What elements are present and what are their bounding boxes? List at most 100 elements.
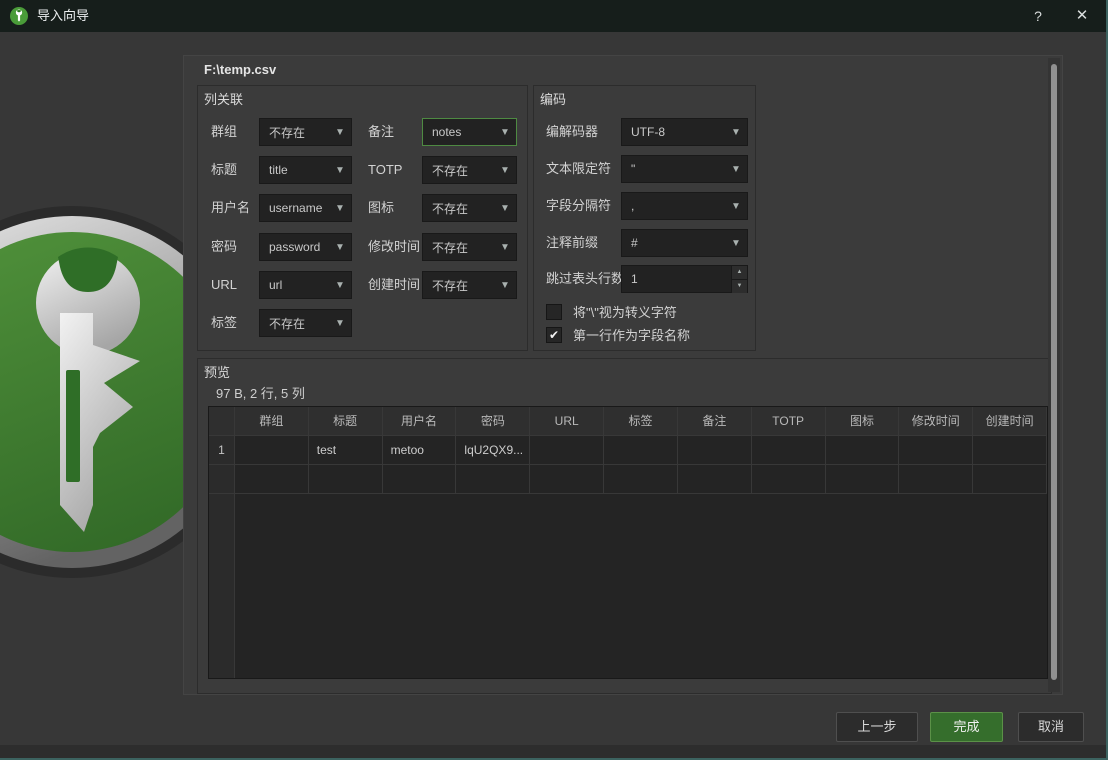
table-empty-area [209, 494, 1047, 678]
column-header[interactable]: 修改时间 [899, 407, 973, 436]
column-header[interactable]: 备注 [678, 407, 752, 436]
chevron-down-icon: ▼ [329, 280, 351, 291]
table-cell[interactable] [752, 436, 826, 465]
chevron-down-icon: ▼ [494, 203, 516, 214]
username-label: 用户名 [211, 194, 250, 222]
table-cell[interactable] [973, 436, 1047, 465]
table-cell[interactable]: metoo [383, 436, 457, 465]
column-header[interactable]: TOTP [752, 407, 826, 436]
column-header[interactable]: URL [530, 407, 604, 436]
finish-button[interactable]: 完成 [930, 712, 1003, 742]
chevron-down-icon: ▼ [725, 127, 747, 138]
preview-title: 预览 [204, 362, 230, 381]
chevron-down-icon: ▼ [329, 127, 351, 138]
column-header[interactable]: 创建时间 [973, 407, 1047, 436]
table-cell[interactable] [530, 465, 604, 494]
spin-down-icon[interactable]: ▼ [732, 280, 747, 293]
column-association-group: 列关联 群组 不存在 ▼ 标题 title ▼ 用户名 username ▼ 密… [197, 85, 528, 351]
table-cell[interactable]: test [309, 436, 383, 465]
tags-label: 标签 [211, 309, 237, 337]
escape-char-checkbox-row[interactable]: ✔ 将"\"视为转义字符 [546, 303, 677, 320]
group-combobox[interactable]: 不存在 ▼ [259, 118, 352, 146]
first-row-names-checkbox-row[interactable]: ✔ 第一行作为字段名称 [546, 326, 690, 343]
password-label: 密码 [211, 233, 237, 261]
icon-label: 图标 [368, 194, 394, 222]
notes-combobox[interactable]: notes ▼ [422, 118, 517, 146]
checkbox-checked[interactable]: ✔ [546, 327, 562, 343]
username-combobox[interactable]: username ▼ [259, 194, 352, 222]
spin-up-icon[interactable]: ▲ [732, 266, 747, 280]
table-cell[interactable] [973, 465, 1047, 494]
column-header[interactable]: 用户名 [383, 407, 457, 436]
column-header[interactable]: 群组 [235, 407, 309, 436]
field-separator-label: 字段分隔符 [546, 192, 611, 220]
checkbox-unchecked[interactable]: ✔ [546, 304, 562, 320]
table-cell[interactable] [826, 465, 900, 494]
notes-label: 备注 [368, 118, 394, 146]
row-number [209, 465, 235, 494]
column-header[interactable]: 标签 [604, 407, 678, 436]
tags-combobox[interactable]: 不存在 ▼ [259, 309, 352, 337]
table-cell[interactable]: lqU2QX9... [456, 436, 530, 465]
field-separator-combobox[interactable]: , ▼ [621, 192, 748, 220]
table-cell[interactable] [235, 465, 309, 494]
row-number: 1 [209, 436, 235, 465]
column-header[interactable]: 图标 [826, 407, 900, 436]
chevron-down-icon: ▼ [494, 127, 516, 138]
back-button[interactable]: 上一步 [836, 712, 918, 742]
table-cell[interactable] [678, 436, 752, 465]
table-cell[interactable] [530, 436, 604, 465]
modified-time-combobox[interactable]: 不存在 ▼ [422, 233, 517, 261]
title-combobox[interactable]: title ▼ [259, 156, 352, 184]
panel-scrollbar[interactable] [1048, 58, 1060, 692]
table-cell[interactable] [383, 465, 457, 494]
window-bottom-edge [0, 745, 1108, 758]
codec-label: 编解码器 [546, 118, 598, 146]
created-time-label: 创建时间 [368, 271, 420, 299]
table-cell[interactable] [604, 436, 678, 465]
column-header[interactable]: 标题 [309, 407, 383, 436]
keepassxc-app-icon [10, 7, 28, 25]
preview-group: 预览 97 B, 2 行, 5 列 群组 标题 用户名 密码 URL 标签 备注… [197, 358, 1052, 694]
chevron-down-icon: ▼ [329, 203, 351, 214]
table-cell[interactable] [899, 436, 973, 465]
password-combobox[interactable]: password ▼ [259, 233, 352, 261]
table-cell[interactable] [678, 465, 752, 494]
created-time-combobox[interactable]: 不存在 ▼ [422, 271, 517, 299]
text-qualifier-combobox[interactable]: " ▼ [621, 155, 748, 183]
table-cell[interactable] [235, 436, 309, 465]
wizard-content-panel: F:\temp.csv 列关联 群组 不存在 ▼ 标题 title ▼ 用户名 … [183, 55, 1063, 695]
import-wizard-dialog: 导入向导 ? ✕ F:\temp.csv 列关联 群组 [0, 0, 1108, 760]
row-number-header [209, 407, 235, 436]
first-row-names-label: 第一行作为字段名称 [573, 325, 690, 344]
cancel-button[interactable]: 取消 [1018, 712, 1084, 742]
table-cell[interactable] [604, 465, 678, 494]
totp-combobox[interactable]: 不存在 ▼ [422, 156, 517, 184]
chevron-down-icon: ▼ [494, 165, 516, 176]
scrollbar-thumb[interactable] [1051, 64, 1057, 680]
close-button[interactable]: ✕ [1060, 0, 1104, 32]
column-header[interactable]: 密码 [456, 407, 530, 436]
url-combobox[interactable]: url ▼ [259, 271, 352, 299]
table-row[interactable]: 1 test metoo lqU2QX9... [209, 436, 1047, 465]
table-row[interactable] [209, 465, 1047, 494]
url-label: URL [211, 271, 237, 299]
table-cell[interactable] [752, 465, 826, 494]
skip-rows-label: 跳过表头行数 [546, 265, 624, 293]
comment-prefix-label: 注释前缀 [546, 229, 598, 257]
table-cell[interactable] [826, 436, 900, 465]
comment-prefix-combobox[interactable]: # ▼ [621, 229, 748, 257]
icon-combobox[interactable]: 不存在 ▼ [422, 194, 517, 222]
skip-rows-spinner[interactable]: 1 ▲ ▼ [621, 265, 748, 293]
file-path-label: F:\temp.csv [204, 62, 276, 77]
chevron-down-icon: ▼ [725, 201, 747, 212]
group-label: 群组 [211, 118, 237, 146]
table-cell[interactable] [309, 465, 383, 494]
table-cell[interactable] [899, 465, 973, 494]
codec-combobox[interactable]: UTF-8 ▼ [621, 118, 748, 146]
preview-summary: 97 B, 2 行, 5 列 [216, 383, 305, 402]
modified-time-label: 修改时间 [368, 233, 420, 261]
table-cell[interactable] [456, 465, 530, 494]
chevron-down-icon: ▼ [494, 280, 516, 291]
help-button[interactable]: ? [1016, 0, 1060, 32]
